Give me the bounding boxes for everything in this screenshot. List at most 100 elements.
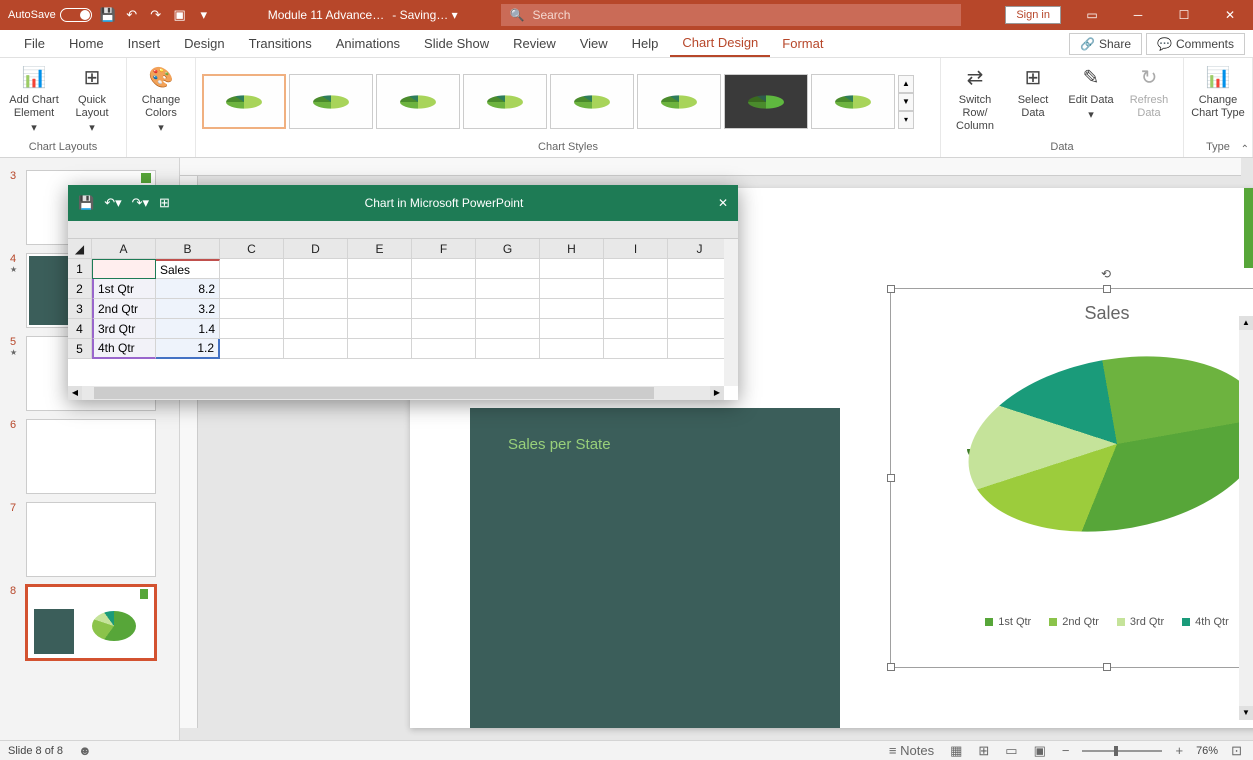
- accessibility-icon[interactable]: ☻: [75, 743, 95, 758]
- tab-view[interactable]: View: [568, 30, 620, 57]
- row-header[interactable]: 3: [68, 299, 92, 319]
- dw-scrollbar-v[interactable]: [724, 239, 738, 386]
- change-colors-button[interactable]: 🎨 Change Colors▾: [133, 62, 189, 136]
- maximize-button[interactable]: ☐: [1161, 0, 1207, 30]
- tab-animations[interactable]: Animations: [324, 30, 412, 57]
- search-input[interactable]: 🔍 Search: [501, 4, 961, 26]
- col-header[interactable]: J: [668, 239, 732, 259]
- ribbon-display-icon[interactable]: ▭: [1069, 0, 1115, 30]
- tab-chart-design[interactable]: Chart Design: [670, 30, 770, 57]
- refresh-data-button[interactable]: ↻ Refresh Data: [1121, 62, 1177, 120]
- col-header[interactable]: E: [348, 239, 412, 259]
- quick-layout-button[interactable]: ⊞ Quick Layout▾: [64, 62, 120, 136]
- switch-row-column-button[interactable]: ⇄ Switch Row/ Column: [947, 62, 1003, 134]
- text-placeholder[interactable]: Sales per State: [470, 408, 840, 728]
- chart-style-5[interactable]: [550, 74, 634, 129]
- collapse-ribbon-icon[interactable]: ⌃: [1241, 144, 1249, 155]
- row-header[interactable]: 1: [68, 259, 92, 279]
- dw-redo-icon[interactable]: ↷▾: [132, 195, 149, 211]
- autosave-toggle[interactable]: AutoSave: [8, 8, 92, 22]
- close-button[interactable]: ✕: [1207, 0, 1253, 30]
- cell-b4[interactable]: 1.4: [156, 319, 220, 339]
- reading-view-icon[interactable]: ▭: [1002, 743, 1020, 759]
- tab-home[interactable]: Home: [57, 30, 116, 57]
- tab-insert[interactable]: Insert: [116, 30, 173, 57]
- chart-legend[interactable]: 1st Qtr 2nd Qtr 3rd Qtr 4th Qtr: [891, 616, 1253, 628]
- rotate-handle-icon[interactable]: ⟲: [1101, 267, 1111, 281]
- tab-design[interactable]: Design: [172, 30, 236, 57]
- fit-to-window-icon[interactable]: ⊡: [1228, 743, 1245, 759]
- thumb-slide-7[interactable]: [26, 502, 156, 577]
- cell-a4[interactable]: 3rd Qtr: [92, 319, 156, 339]
- cell-b5[interactable]: 1.2: [156, 339, 220, 359]
- dw-save-icon[interactable]: 💾: [78, 195, 94, 211]
- resize-handle[interactable]: [887, 663, 895, 671]
- scroll-up-icon[interactable]: ▲: [1239, 316, 1253, 330]
- styles-scroll-down[interactable]: ▼: [898, 93, 914, 111]
- resize-handle[interactable]: [1103, 285, 1111, 293]
- tab-help[interactable]: Help: [620, 30, 671, 57]
- tab-review[interactable]: Review: [501, 30, 568, 57]
- normal-view-icon[interactable]: ▦: [947, 743, 965, 759]
- tab-slideshow[interactable]: Slide Show: [412, 30, 501, 57]
- chart-style-4[interactable]: [463, 74, 547, 129]
- row-header[interactable]: 4: [68, 319, 92, 339]
- zoom-level[interactable]: 76%: [1196, 745, 1218, 757]
- col-header[interactable]: B: [156, 239, 220, 259]
- styles-more[interactable]: ▾: [898, 111, 914, 129]
- cell-a1[interactable]: [92, 259, 156, 279]
- chart-style-6[interactable]: [637, 74, 721, 129]
- add-chart-element-button[interactable]: 📊 Add Chart Element▾: [6, 62, 62, 136]
- tab-file[interactable]: File: [12, 30, 57, 57]
- change-chart-type-button[interactable]: 📊 Change Chart Type: [1190, 62, 1246, 120]
- dw-undo-icon[interactable]: ↶▾: [104, 195, 121, 211]
- pie-chart[interactable]: [927, 344, 1253, 584]
- cell-b1[interactable]: Sales: [156, 259, 220, 279]
- row-header[interactable]: 5: [68, 339, 92, 359]
- chart-style-7[interactable]: [724, 74, 808, 129]
- cell-a5[interactable]: 4th Qtr: [92, 339, 156, 359]
- horizontal-ruler[interactable]: [180, 158, 1241, 176]
- cell-b3[interactable]: 3.2: [156, 299, 220, 319]
- minimize-button[interactable]: ─: [1115, 0, 1161, 30]
- chart-style-1[interactable]: [202, 74, 286, 129]
- col-header[interactable]: A: [92, 239, 156, 259]
- zoom-out-button[interactable]: −: [1059, 743, 1073, 758]
- redo-icon[interactable]: ↷: [148, 7, 164, 23]
- dw-scrollbar-h[interactable]: ◀ ▶: [68, 386, 724, 400]
- chart-style-8[interactable]: [811, 74, 895, 129]
- thumb-slide-6[interactable]: [26, 419, 156, 494]
- col-header[interactable]: H: [540, 239, 604, 259]
- slide-counter[interactable]: Slide 8 of 8: [8, 745, 63, 757]
- zoom-slider[interactable]: [1082, 750, 1162, 752]
- chart-style-2[interactable]: [289, 74, 373, 129]
- share-button[interactable]: 🔗Share: [1069, 33, 1142, 55]
- styles-scroll-up[interactable]: ▲: [898, 75, 914, 93]
- cell-a3[interactable]: 2nd Qtr: [92, 299, 156, 319]
- qat-dropdown-icon[interactable]: ▾: [196, 7, 212, 23]
- dw-sheet-icon[interactable]: ⊞: [159, 195, 170, 211]
- col-header[interactable]: F: [412, 239, 476, 259]
- slide-sorter-icon[interactable]: ⊞: [975, 743, 992, 759]
- data-grid[interactable]: ◢ A B C D E F G H I J 1 Sales 2 1st Qtr …: [68, 239, 738, 359]
- vertical-scrollbar[interactable]: ▲ ▼: [1239, 316, 1253, 720]
- tab-transitions[interactable]: Transitions: [237, 30, 324, 57]
- undo-icon[interactable]: ↶: [124, 7, 140, 23]
- slideshow-icon[interactable]: ▣: [172, 7, 188, 23]
- resize-handle[interactable]: [1103, 663, 1111, 671]
- select-all-cell[interactable]: ◢: [68, 239, 92, 259]
- data-window-close-button[interactable]: ✕: [718, 196, 728, 210]
- thumb-slide-8[interactable]: [26, 585, 156, 660]
- scroll-down-icon[interactable]: ▼: [1239, 706, 1253, 720]
- edit-data-button[interactable]: ✎ Edit Data▾: [1063, 62, 1119, 122]
- save-icon[interactable]: 💾: [100, 7, 116, 23]
- cell-b2[interactable]: 8.2: [156, 279, 220, 299]
- signin-button[interactable]: Sign in: [1005, 6, 1061, 24]
- col-header[interactable]: G: [476, 239, 540, 259]
- cell-a2[interactable]: 1st Qtr: [92, 279, 156, 299]
- data-window-titlebar[interactable]: 💾 ↶▾ ↷▾ ⊞ Chart in Microsoft PowerPoint …: [68, 185, 738, 221]
- row-header[interactable]: 2: [68, 279, 92, 299]
- comments-button[interactable]: 💬Comments: [1146, 33, 1245, 55]
- tab-format[interactable]: Format: [770, 30, 835, 57]
- zoom-in-button[interactable]: +: [1172, 743, 1186, 758]
